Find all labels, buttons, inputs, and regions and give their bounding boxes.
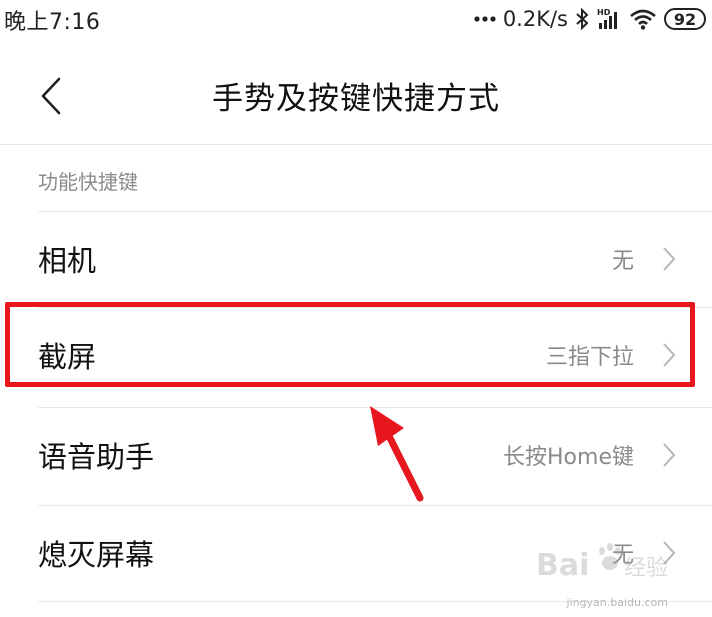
status-icons: 0.2K/s HD 92 (474, 4, 706, 34)
row-value: 三指下拉 (545, 345, 634, 370)
chevron-right-icon (663, 343, 676, 367)
battery-level: 92 (673, 9, 697, 29)
row-divider (38, 211, 712, 212)
row-label: 截屏 (38, 340, 97, 374)
list-item-voice-assistant[interactable]: 语音助手 长按Home键 (0, 407, 712, 503)
page-header: 手势及按键快捷方式 (0, 40, 712, 145)
row-divider (38, 407, 712, 408)
svg-text:HD: HD (597, 8, 611, 17)
status-bar: 晚上7:16 0.2K/s HD 92 (0, 0, 712, 40)
row-value: 长按Home键 (503, 445, 634, 470)
row-label: 语音助手 (38, 440, 155, 474)
row-label: 熄灭屏幕 (38, 538, 155, 572)
chevron-right-icon (663, 443, 676, 467)
status-time: 晚上7:16 (4, 10, 101, 35)
wifi-icon (629, 8, 657, 30)
watermark-url: jingyan.baidu.com (566, 596, 668, 609)
list-item-screen-off[interactable]: 熄灭屏幕 无 (0, 505, 712, 601)
more-dots-icon (474, 15, 496, 23)
hd-signal-icon: HD (596, 7, 622, 31)
list-item-camera[interactable]: 相机 无 (0, 211, 712, 307)
battery-icon: 92 (664, 8, 706, 30)
row-value: 无 (611, 249, 634, 274)
header-divider (0, 144, 712, 145)
list-item-screenshot[interactable]: 截屏 三指下拉 (0, 307, 712, 403)
row-label: 相机 (38, 244, 97, 278)
page-title: 手势及按键快捷方式 (212, 81, 500, 117)
settings-screen: 晚上7:16 0.2K/s HD 92 手势及按键快捷方式 功能快捷键 相机 无… (0, 0, 712, 617)
row-divider (38, 505, 712, 506)
section-label: 功能快捷键 (38, 170, 138, 194)
row-value: 无 (611, 543, 634, 568)
chevron-right-icon (663, 247, 676, 271)
network-speed: 0.2K/s (502, 7, 568, 31)
bluetooth-icon (575, 8, 589, 30)
row-divider (38, 307, 712, 308)
chevron-right-icon (663, 541, 676, 565)
